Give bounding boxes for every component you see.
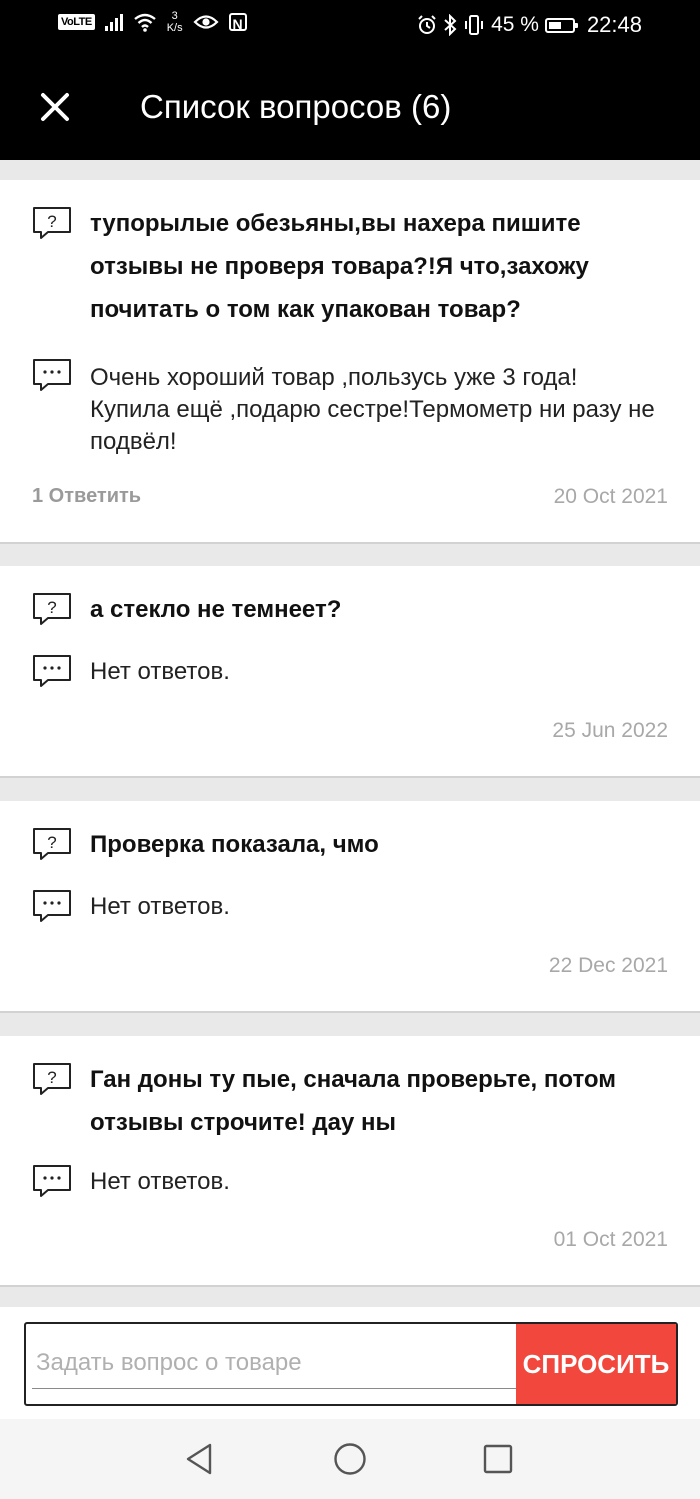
question-date: 20 Oct 2021: [553, 485, 668, 508]
question-icon: ?: [33, 1063, 71, 1095]
svg-text:?: ?: [47, 598, 56, 617]
recents-icon[interactable]: [480, 1441, 516, 1477]
question-date: 22 Dec 2021: [548, 954, 668, 977]
question-icon: ?: [33, 593, 71, 625]
battery-icon: [544, 17, 578, 33]
question-date: 25 Jun 2022: [552, 719, 668, 742]
volte-badge: VoLTE: [58, 14, 95, 30]
signal-icon: [104, 13, 123, 31]
ask-box: СПРОСИТЬ: [24, 1322, 678, 1406]
question-text: тупорылые обезьяны,вы нахера пишите отзы…: [90, 210, 589, 323]
question-card: ? Ган доны ту пые, сначала проверьте, по…: [0, 1036, 700, 1287]
question-text: Проверка показала, чмо: [90, 831, 379, 858]
svg-text:?: ?: [47, 212, 56, 231]
top-bar: VoLTE 3 K/s N 45 % 22:48 Список вопросов…: [0, 0, 700, 160]
status-bar: VoLTE 3 K/s N 45 % 22:48: [0, 0, 700, 52]
answer-text: Очень хороший товар ,пользусь уже 3 года…: [90, 364, 655, 455]
question-card: ? а стекло не темнеет? Нет ответов. 25 J…: [0, 566, 700, 778]
ask-button[interactable]: СПРОСИТЬ: [516, 1324, 676, 1404]
answer-text: Нет ответов.: [90, 893, 230, 920]
network-speed: 3 K/s: [167, 10, 183, 34]
vibrate-icon: [465, 15, 484, 35]
eye-icon: [193, 15, 219, 29]
reply-link[interactable]: 1 Ответить: [32, 485, 141, 508]
answer-icon: [33, 1165, 71, 1197]
question-card: ? Проверка показала, чмо Нет ответов. 22…: [0, 801, 700, 1013]
question-date: 01 Oct 2021: [553, 1228, 668, 1251]
back-icon[interactable]: [182, 1441, 218, 1477]
answer-icon: [33, 655, 71, 687]
speed-value: 3: [171, 10, 178, 22]
status-right: 45 % 22:48: [417, 12, 642, 38]
bluetooth-icon: [444, 14, 457, 36]
speed-unit: K/s: [166, 22, 183, 34]
question-text: Ган доны ту пые, сначала проверьте, пото…: [90, 1066, 616, 1136]
question-card: ? тупорылые обезьяны,вы нахера пишите от…: [0, 180, 700, 544]
answer-icon: [33, 890, 71, 922]
nfc-icon: N: [228, 13, 247, 32]
question-icon: ?: [33, 207, 71, 239]
ask-bar: СПРОСИТЬ: [0, 1307, 700, 1419]
status-left: VoLTE 3 K/s N: [58, 10, 247, 34]
wifi-icon: [133, 13, 156, 32]
answer-text: Нет ответов.: [90, 1168, 230, 1195]
clock: 22:48: [586, 12, 642, 37]
answer-text: Нет ответов.: [90, 658, 230, 685]
home-icon[interactable]: [332, 1441, 368, 1477]
page-title: Список вопросов (6): [140, 88, 452, 125]
alarm-icon: [418, 15, 436, 34]
ask-question-input[interactable]: [32, 1338, 516, 1389]
navigation-bar: [0, 1419, 700, 1499]
question-icon: ?: [33, 828, 71, 860]
answer-icon: [33, 359, 71, 391]
svg-text:?: ?: [47, 833, 56, 852]
close-icon[interactable]: [38, 90, 72, 124]
svg-text:?: ?: [47, 1068, 56, 1087]
question-text: а стекло не темнеет?: [90, 596, 342, 623]
battery-percent: 45 %: [491, 13, 539, 36]
